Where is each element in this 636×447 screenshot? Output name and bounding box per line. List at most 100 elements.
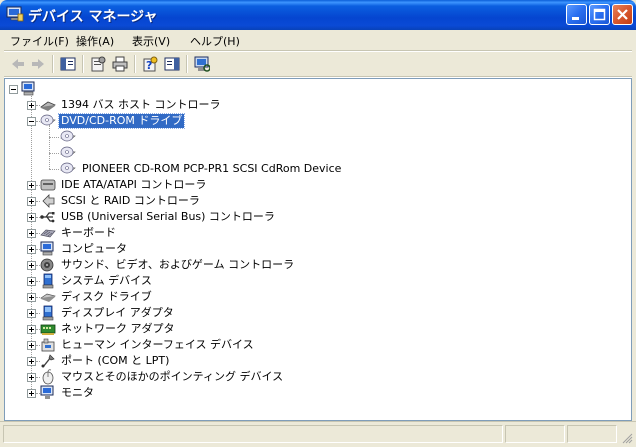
collapse-toggle-icon[interactable]	[27, 117, 36, 126]
tree-node-label[interactable]: 1394 バス ホスト コントローラ	[59, 98, 222, 112]
menu-file[interactable]: ファイル(F)	[10, 33, 69, 49]
tree-child-label[interactable]: PIONEER CD-ROM PCP-PR1 SCSI CdRom Device	[80, 162, 343, 176]
maximize-button[interactable]	[589, 4, 610, 25]
expand-toggle-icon[interactable]	[27, 389, 36, 398]
expand-toggle-icon[interactable]	[27, 229, 36, 238]
properties-icon[interactable]	[88, 54, 108, 74]
expand-toggle-icon[interactable]	[27, 261, 36, 270]
status-segment	[505, 425, 565, 443]
cdrom-drive-icon	[60, 161, 76, 177]
show-hide-action-pane-icon[interactable]	[162, 54, 182, 74]
status-segment-main	[3, 425, 503, 443]
computer-icon	[40, 241, 56, 257]
expand-toggle-icon[interactable]	[27, 101, 36, 110]
tree-node-row[interactable]: サウンド、ビデオ、およびゲーム コントローラ	[5, 257, 625, 273]
minimize-button[interactable]	[566, 4, 587, 25]
scsi-controller-icon	[40, 193, 56, 209]
toolbar-separator	[52, 55, 54, 73]
print-icon[interactable]	[110, 54, 130, 74]
disk-drive-icon	[40, 289, 56, 305]
tree-child-row[interactable]	[5, 129, 625, 145]
device-manager-window: デバイス マネージャ ファイル(F) 操作(A) 表示(V) ヘルプ(H) ? …	[0, 0, 636, 447]
tree-node-label[interactable]: ヒューマン インターフェイス デバイス	[59, 338, 256, 352]
expand-toggle-icon[interactable]	[27, 213, 36, 222]
resize-grip-icon[interactable]	[621, 432, 633, 444]
expand-toggle-icon[interactable]	[27, 325, 36, 334]
tree-node-row[interactable]: ヒューマン インターフェイス デバイス	[5, 337, 625, 353]
tree-node-label[interactable]: サウンド、ビデオ、およびゲーム コントローラ	[59, 258, 296, 272]
hid-icon	[40, 337, 56, 353]
menu-action[interactable]: 操作(A)	[76, 33, 114, 49]
expand-toggle-icon[interactable]	[27, 309, 36, 318]
tree-node-row[interactable]: ネットワーク アダプタ	[5, 321, 625, 337]
forward-arrow-icon[interactable]	[28, 54, 48, 74]
tree-node-label[interactable]: キーボード	[59, 226, 118, 240]
menu-view[interactable]: 表示(V)	[132, 33, 170, 49]
monitor-icon	[40, 385, 56, 401]
expand-toggle-icon[interactable]	[27, 341, 36, 350]
ide-controller-icon	[40, 177, 56, 193]
tree-node-row[interactable]: ポート (COM と LPT)	[5, 353, 625, 369]
show-hide-console-tree-icon[interactable]	[58, 54, 78, 74]
tree-node-row[interactable]: モニタ	[5, 385, 625, 401]
tree-node-row[interactable]: システム デバイス	[5, 273, 625, 289]
tree-child-row[interactable]	[5, 145, 625, 161]
tree-node-label[interactable]: コンピュータ	[59, 242, 129, 256]
expand-toggle-icon[interactable]	[27, 245, 36, 254]
network-adapter-icon	[40, 321, 56, 337]
tree-node-label[interactable]: IDE ATA/ATAPI コントローラ	[59, 178, 208, 192]
tree-root-row[interactable]	[5, 81, 625, 97]
back-arrow-icon[interactable]	[8, 54, 28, 74]
tree-node-label[interactable]: ディスク ドライブ	[59, 290, 154, 304]
toolbar: ?	[4, 52, 632, 76]
expand-toggle-icon[interactable]	[27, 197, 36, 206]
close-button[interactable]	[612, 4, 633, 25]
computer-icon	[21, 81, 37, 97]
cdrom-drive-icon	[40, 113, 56, 129]
tree-node-row[interactable]: USB (Universal Serial Bus) コントローラ	[5, 209, 625, 225]
mouse-icon	[40, 369, 56, 385]
expand-toggle-icon[interactable]	[27, 277, 36, 286]
tree-node-label[interactable]: ディスプレイ アダプタ	[59, 306, 176, 320]
help-icon[interactable]: ?	[140, 54, 160, 74]
expand-toggle-icon[interactable]	[27, 373, 36, 382]
tree-node-label[interactable]: SCSI と RAID コントローラ	[59, 194, 202, 208]
tree-connector	[49, 125, 50, 169]
tree-node-row[interactable]: コンピュータ	[5, 241, 625, 257]
tree-node-row[interactable]: 1394 バス ホスト コントローラ	[5, 97, 625, 113]
tree-node-row[interactable]: キーボード	[5, 225, 625, 241]
collapse-toggle-icon[interactable]	[9, 85, 18, 94]
tree-node-row[interactable]: IDE ATA/ATAPI コントローラ	[5, 177, 625, 193]
cdrom-drive-icon	[60, 129, 76, 145]
tree-node-label[interactable]: モニタ	[59, 386, 96, 400]
toolbar-separator	[186, 55, 188, 73]
tree-node-row[interactable]: DVD/CD-ROM ドライブ	[5, 113, 625, 129]
tree-node-row[interactable]: ディスク ドライブ	[5, 289, 625, 305]
cdrom-drive-icon	[60, 145, 76, 161]
tree-connector	[49, 137, 59, 138]
device-manager-icon	[6, 6, 24, 22]
tree-node-label[interactable]: ポート (COM と LPT)	[59, 354, 171, 368]
expand-toggle-icon[interactable]	[27, 293, 36, 302]
tree-node-label[interactable]: ネットワーク アダプタ	[59, 322, 177, 336]
expand-toggle-icon[interactable]	[27, 357, 36, 366]
menu-help[interactable]: ヘルプ(H)	[190, 33, 240, 49]
scan-hardware-icon[interactable]	[192, 54, 212, 74]
tree-node-row[interactable]: ディスプレイ アダプタ	[5, 305, 625, 321]
tree-node-label[interactable]: DVD/CD-ROM ドライブ	[57, 113, 186, 129]
tree-child-row[interactable]: PIONEER CD-ROM PCP-PR1 SCSI CdRom Device	[5, 161, 625, 177]
tree-node-label[interactable]: USB (Universal Serial Bus) コントローラ	[59, 210, 277, 224]
display-adapter-icon	[40, 305, 56, 321]
tree-node-row[interactable]: マウスとそのほかのポインティング デバイス	[5, 369, 625, 385]
device-tree-pane[interactable]: 1394 バス ホスト コントローラ DVD/CD-ROM ドライブ PIONEER…	[4, 78, 632, 421]
tree-connector	[49, 169, 59, 170]
tree-node-label[interactable]: システム デバイス	[59, 274, 154, 288]
tree-node-row[interactable]: SCSI と RAID コントローラ	[5, 193, 625, 209]
system-device-icon	[40, 273, 56, 289]
toolbar-separator	[82, 55, 84, 73]
title-bar[interactable]: デバイス マネージャ	[0, 0, 636, 30]
menu-bar: ファイル(F) 操作(A) 表示(V) ヘルプ(H)	[4, 30, 632, 50]
toolbar-separator	[134, 55, 136, 73]
expand-toggle-icon[interactable]	[27, 181, 36, 190]
tree-node-label[interactable]: マウスとそのほかのポインティング デバイス	[59, 370, 285, 384]
